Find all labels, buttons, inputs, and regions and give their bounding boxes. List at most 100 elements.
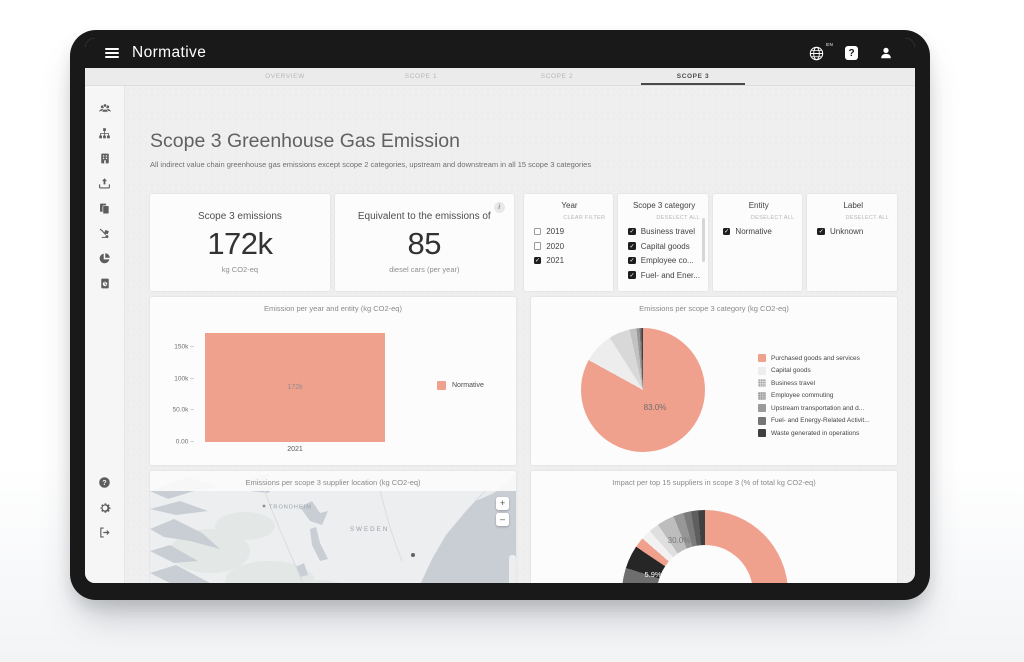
logout-icon[interactable] [92,520,117,545]
deselect-all-button[interactable]: DESELECT ALL [723,215,795,221]
legend-item[interactable]: Employee commuting [758,392,870,400]
tab-scope-1[interactable]: SCOPE 1 [353,68,489,85]
map-zoom-in-button[interactable]: + [496,497,509,510]
chart-supplier-location-map: TRONDHEIM SWEDEN Emissions per scope 3 s… [150,471,516,583]
pie-chart-legend: Purchased goods and services Capital good… [758,354,870,437]
checkbox[interactable]: ✓ [628,228,636,236]
bar-chart-legend: Normative [437,381,484,390]
filter-option: ✓Normative [723,227,795,236]
legend-label: Purchased goods and services [771,355,860,362]
bar-chart-plot: 172k 2021 [205,328,385,442]
filter-year: Year CLEAR FILTER 20192020✓2021 [524,194,614,291]
map-label-sweden: SWEDEN [350,526,389,533]
filter-entity: Entity DESELECT ALL ✓Normative [713,194,803,291]
kpi-scope3-emissions: Scope 3 emissions 172k kg CO2-eq [150,194,330,291]
checkbox[interactable]: ✓ [817,228,825,236]
legend-label: Fuel- and Energy-Related Activit... [771,417,870,424]
checkbox[interactable] [534,228,542,236]
page-title: Scope 3 Greenhouse Gas Emission [150,130,897,153]
checkbox-label: 2019 [546,227,564,236]
checkbox-label: Capital goods [641,242,690,251]
filter-option: ✓Unknown [817,227,889,236]
legend-item[interactable]: Waste generated in operations [758,429,870,437]
svg-text:?: ? [102,478,107,487]
app-logo: Normative [132,44,206,62]
checkbox[interactable]: ✓ [723,228,731,236]
chart-emissions-per-category: Emissions per scope 3 category (kg CO2-e… [531,297,897,465]
legend-swatch [758,429,766,437]
legend-swatch [437,381,446,390]
chart-emission-per-year: Emission per year and entity (kg CO2-eq)… [150,297,516,465]
tab-scope-2[interactable]: SCOPE 2 [489,68,625,85]
app-screen: Normative EN ? [85,38,915,583]
y-axis-tick: 0.00 [176,439,194,446]
kpi-value: 85 [408,226,441,262]
tab-scope-3[interactable]: SCOPE 3 [625,68,761,85]
supplier-marker [411,553,415,557]
checkbox[interactable] [534,242,542,250]
x-axis-label: 2021 [205,446,385,453]
user-account-button[interactable] [879,46,893,60]
filter-option: ✓ Employee co... [628,256,700,265]
pie-chart[interactable] [581,328,705,452]
legend-swatch [758,417,766,425]
hand-cart-icon[interactable] [92,221,117,246]
sidebar: ? [85,86,125,583]
tab-overview[interactable]: OVERVIEW [217,68,353,85]
help-icon[interactable]: ? [92,470,117,495]
pie-slice-label: 83.0% [635,403,675,412]
upload-icon[interactable] [92,171,117,196]
legend-item[interactable]: Purchased goods and services [758,354,870,362]
donut-slice-label: 5.9% [638,570,668,579]
legend-swatch [758,354,766,362]
team-icon[interactable] [92,96,117,121]
map-label-trondheim: TRONDHEIM [269,505,312,511]
map-zoom-out-button[interactable]: – [496,513,509,526]
y-axis-tick: 100k [174,375,194,382]
checkbox-label: Fuel- and Ener... [641,271,700,280]
checkbox-label: 2021 [546,256,564,265]
documents-icon[interactable] [92,196,117,221]
legend-label: Employee commuting [771,392,834,399]
pie-chart-icon[interactable] [92,246,117,271]
org-chart-icon[interactable] [92,121,117,146]
filter-option: ✓ Fuel- and Ener... [628,271,700,280]
globe-icon [809,46,824,61]
bar-2021[interactable]: 172k [205,333,385,442]
chart-impact-top-suppliers: Impact per top 15 suppliers in scope 3 (… [531,471,897,583]
legend-item[interactable]: Capital goods [758,367,870,375]
checkbox[interactable]: ✓ [628,257,636,265]
legend-swatch [758,367,766,375]
legend-swatch [758,404,766,412]
legend-item[interactable]: Upstream transportation and d... [758,404,870,412]
legend-item[interactable]: Fuel- and Energy-Related Activit... [758,417,870,425]
tablet-frame: Normative EN ? [70,30,930,600]
filter-option: 2020 [534,242,606,251]
checkbox[interactable]: ✓ [534,257,542,265]
report-icon[interactable] [92,271,117,296]
filter-option: ✓ 2021 [534,256,606,265]
deselect-all-button[interactable]: DESELECT ALL [628,215,700,221]
filter-label: Label DESELECT ALL ✓Unknown [807,194,897,291]
menu-icon[interactable] [105,48,119,58]
help-icon[interactable]: ? [845,46,858,60]
checkbox[interactable]: ✓ [628,242,636,250]
info-icon[interactable]: i [494,202,505,213]
legend-label: Capital goods [771,367,811,374]
language-button[interactable]: EN [809,46,824,61]
legend-item[interactable]: Business travel [758,379,870,387]
y-axis-tick: 50.0k [172,407,194,414]
checkbox[interactable]: ✓ [628,271,636,279]
kpi-diesel-cars-equivalent: i Equivalent to the emissions of 85 dies… [335,194,514,291]
clear-filter-button[interactable]: CLEAR FILTER [534,215,606,221]
building-icon[interactable] [92,146,117,171]
donut-slice-label: 30.0% [664,536,694,545]
checkbox-label: Business travel [641,227,695,236]
filter-scope3-category: Scope 3 category DESELECT ALL ✓Business … [618,194,708,291]
filter-scrollbar[interactable] [702,218,705,262]
settings-icon[interactable] [92,495,117,520]
checkbox-label: Employee co... [641,256,694,265]
deselect-all-button[interactable]: DESELECT ALL [817,215,889,221]
bar-chart-y-axis: 150k100k50.0k0.00 [150,328,200,442]
language-code: EN [826,42,833,47]
